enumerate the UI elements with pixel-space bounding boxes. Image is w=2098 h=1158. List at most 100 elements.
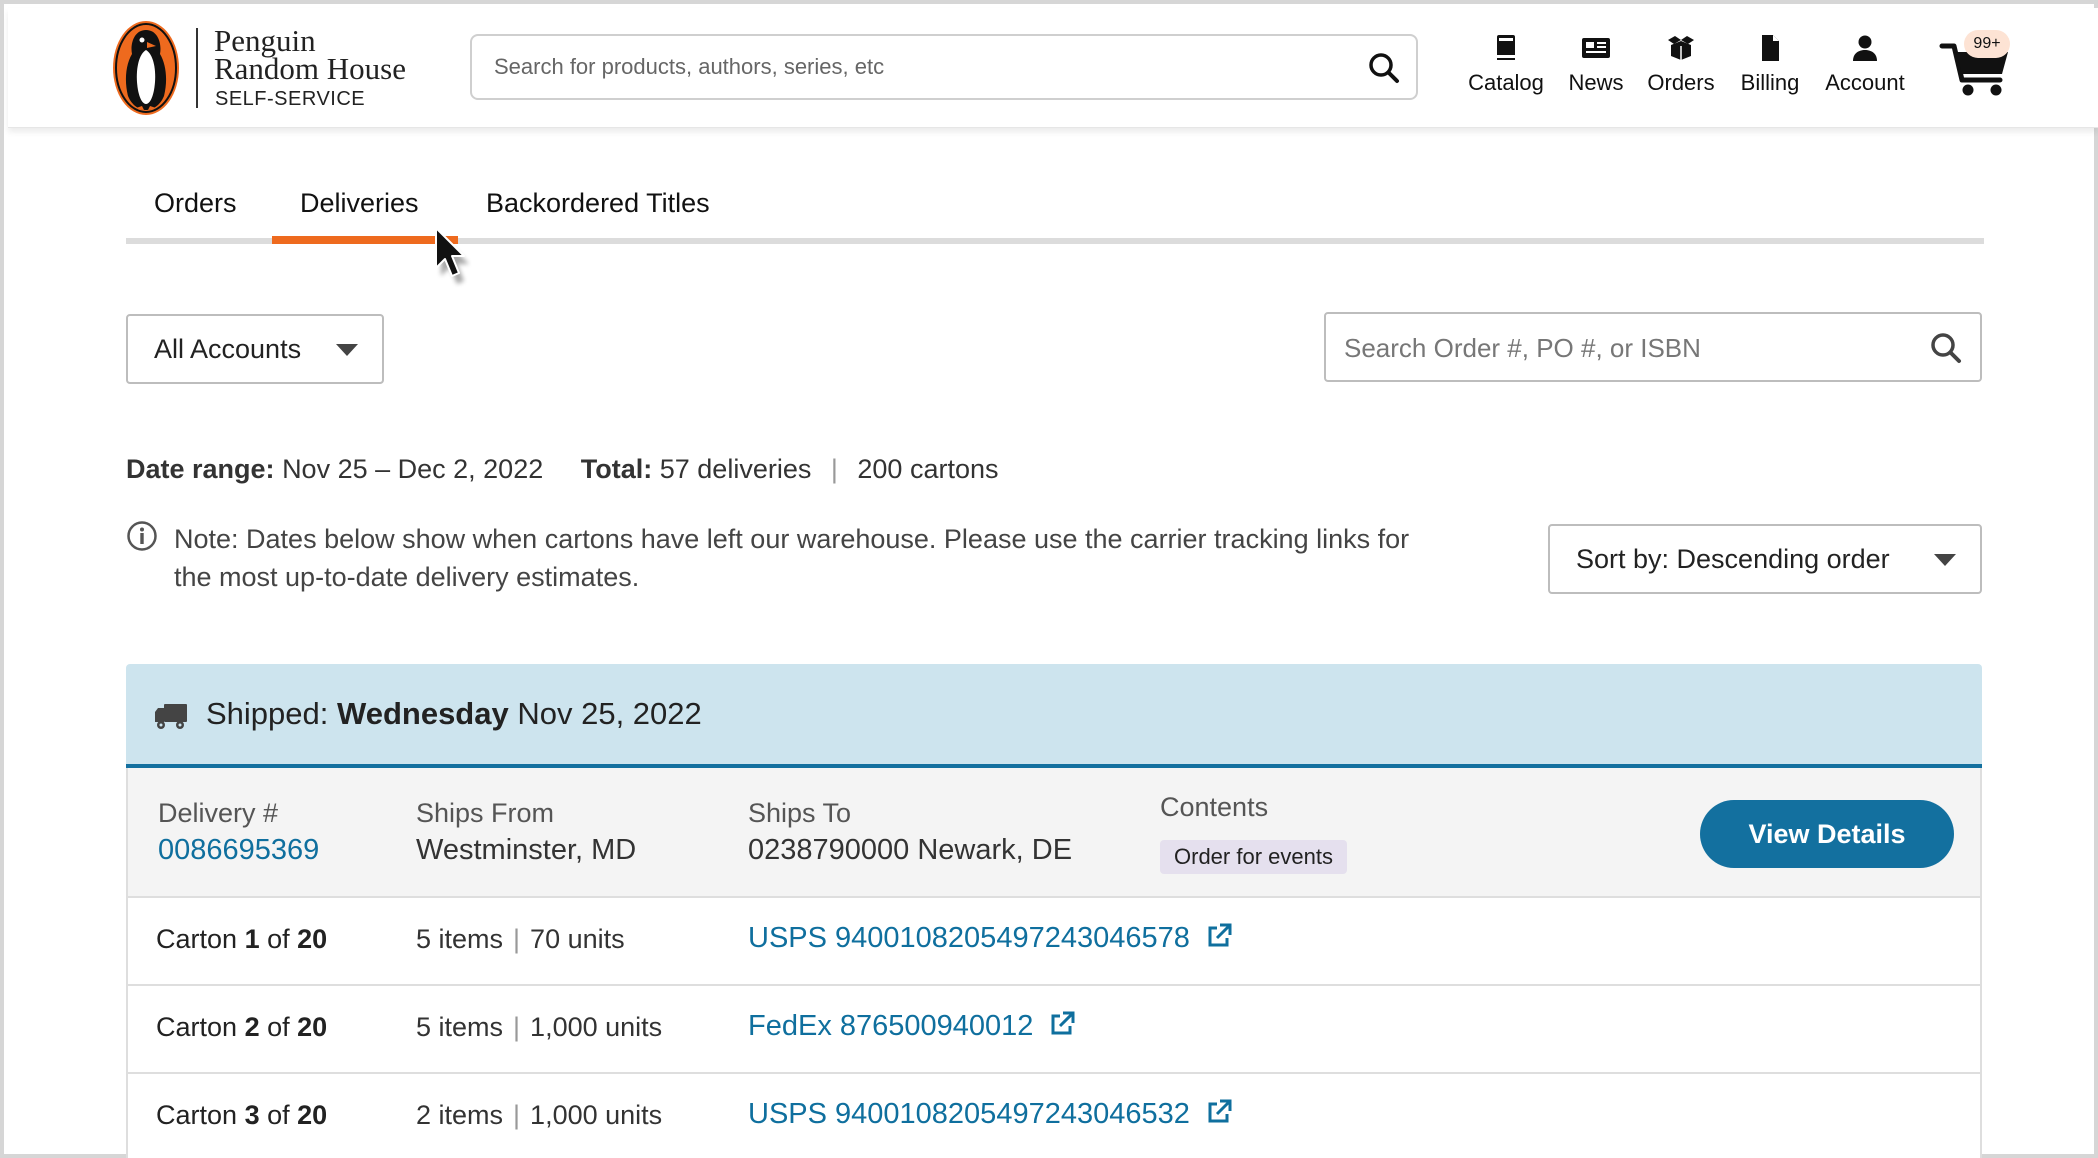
brand-logo[interactable]: Penguin Random House SELF-SERVICE <box>112 20 432 116</box>
carton-of: of <box>267 1100 290 1130</box>
shipment-header: Shipped: Wednesday Nov 25, 2022 <box>126 664 1982 768</box>
box-icon <box>1668 36 1694 60</box>
shipped-prefix: Shipped: <box>206 696 329 731</box>
tab-orders[interactable]: Orders <box>154 188 237 219</box>
ships-from-value: Westminster, MD <box>416 834 637 866</box>
newspaper-icon <box>1582 38 1610 58</box>
nav-news-label: News <box>1568 70 1624 95</box>
sort-select-value: Sort by: Descending order <box>1576 544 1890 574</box>
chevron-down-icon <box>1934 554 1956 566</box>
carton-quantity: 2 items | 1,000 units <box>416 1100 662 1131</box>
search-icon[interactable] <box>1928 330 1964 366</box>
chevron-down-icon <box>336 344 358 356</box>
view-details-button[interactable]: View Details <box>1700 800 1954 868</box>
carton-label: Carton 2 of 20 <box>156 1012 327 1043</box>
shipped-date: Shipped: Wednesday Nov 25, 2022 <box>206 696 702 732</box>
tab-deliveries[interactable]: Deliveries <box>300 188 419 219</box>
order-search-input[interactable] <box>1344 328 1914 368</box>
carton-label: Carton 3 of 20 <box>156 1100 327 1131</box>
search-icon[interactable] <box>1366 50 1402 86</box>
tracking-number[interactable]: USPS 9400108205497243046532 <box>748 1098 1190 1130</box>
carton-total: 20 <box>297 1012 328 1042</box>
nav-account[interactable]: Account <box>1820 34 1910 104</box>
carton-row: Carton 3 of 20 2 items | 1,000 units USPS … <box>126 1074 1982 1158</box>
delivery-summary: Date range: Nov 25 – Dec 2, 2022 Total: … <box>126 454 998 485</box>
sort-select[interactable]: Sort by: Descending order <box>1548 524 1982 594</box>
nav-catalog-label: Catalog <box>1468 70 1544 95</box>
file-icon <box>1762 35 1779 61</box>
carton-number: 3 <box>244 1100 260 1130</box>
carton-units: 1,000 units <box>530 1012 663 1042</box>
ships-from-label: Ships From <box>416 798 555 828</box>
shipment-card: Shipped: Wednesday Nov 25, 2022 Delivery… <box>126 664 1982 1158</box>
delivery-number-label: Delivery # <box>158 798 279 828</box>
nav-news[interactable]: News <box>1564 34 1628 104</box>
logo-divider <box>196 28 198 108</box>
book-icon <box>1497 35 1515 60</box>
carton-items: 5 items <box>416 924 504 954</box>
total-deliveries: 57 deliveries <box>659 454 812 484</box>
external-link-icon[interactable] <box>1049 1011 1075 1037</box>
external-link-icon[interactable] <box>1206 923 1232 949</box>
date-range-value: Nov 25 – Dec 2, 2022 <box>282 454 544 484</box>
nav-billing[interactable]: Billing <box>1734 34 1806 104</box>
account-select[interactable]: All Accounts <box>126 314 384 384</box>
carton-total: 20 <box>297 924 328 954</box>
carton-label: Carton 1 of 20 <box>156 924 327 955</box>
global-search <box>470 34 1418 100</box>
carton-quantity: 5 items | 1,000 units <box>416 1012 662 1043</box>
carton-of: of <box>267 924 290 954</box>
nav-billing-label: Billing <box>1740 70 1800 95</box>
mouse-cursor-icon <box>435 227 469 284</box>
tab-backordered-titles[interactable]: Backordered Titles <box>486 188 710 219</box>
nav-orders-label: Orders <box>1647 70 1715 95</box>
nav-orders[interactable]: Orders <box>1644 34 1718 104</box>
delivery-summary-row: Delivery # 0086695369 Ships From Westmin… <box>126 768 1982 898</box>
carton-number: 1 <box>244 924 260 954</box>
carton-number: 2 <box>244 1012 260 1042</box>
tracking-link[interactable]: USPS 9400108205497243046578 <box>748 922 1232 955</box>
carton-row: Carton 2 of 20 5 items | 1,000 units FedEx… <box>126 986 1982 1074</box>
shipped-date-value: Nov 25, 2022 <box>517 696 702 731</box>
contents-tag: Order for events <box>1160 840 1347 874</box>
carton-total: 20 <box>297 1100 328 1130</box>
carton-items: 5 items <box>416 1012 504 1042</box>
cart-count-badge: 99+ <box>1964 30 2010 58</box>
carton-units: 1,000 units <box>530 1100 663 1130</box>
tracking-link[interactable]: USPS 9400108205497243046532 <box>748 1098 1232 1131</box>
carton-prefix: Carton <box>156 1012 238 1042</box>
delivery-number-link[interactable]: 0086695369 <box>158 834 319 867</box>
global-search-input[interactable] <box>494 48 1334 86</box>
tracking-number[interactable]: FedEx 876500940012 <box>748 1010 1033 1042</box>
top-header: Penguin Random House SELF-SERVICE Catalo… <box>8 8 2098 128</box>
contents-label: Contents <box>1160 792 1269 822</box>
carton-prefix: Carton <box>156 924 238 954</box>
user-icon <box>1853 35 1877 61</box>
info-icon <box>127 521 157 551</box>
total-label: Total: <box>580 454 653 484</box>
penguin-logo-icon <box>113 21 179 115</box>
nav-catalog[interactable]: Catalog <box>1464 34 1548 104</box>
shipped-weekday: Wednesday <box>337 696 509 731</box>
carton-units: 70 units <box>530 924 625 954</box>
truck-icon <box>155 704 187 729</box>
date-range-label: Date range: <box>126 454 275 484</box>
carton-items: 2 items <box>416 1100 504 1130</box>
ships-to-value: 0238790000 Newark, DE <box>748 834 1073 866</box>
app-window: Penguin Random House SELF-SERVICE Catalo… <box>0 0 2098 1158</box>
external-link-icon[interactable] <box>1206 1099 1232 1125</box>
logo-text-self-service: SELF-SERVICE <box>215 88 366 110</box>
carton-separator: | <box>513 1012 521 1042</box>
tracking-number[interactable]: USPS 9400108205497243046578 <box>748 922 1190 954</box>
carton-quantity: 5 items | 70 units <box>416 924 625 955</box>
tab-bar: Orders Deliveries Backordered Titles <box>126 180 1984 246</box>
tracking-link[interactable]: FedEx 876500940012 <box>748 1010 1075 1043</box>
carton-of: of <box>267 1012 290 1042</box>
ships-to-label: Ships To <box>748 798 852 828</box>
carton-separator: | <box>513 924 521 954</box>
carton-prefix: Carton <box>156 1100 238 1130</box>
summary-separator: | <box>830 454 838 484</box>
warehouse-note: Note: Dates below show when cartons have… <box>174 524 1410 592</box>
carton-row: Carton 1 of 20 5 items | 70 units USPS 940… <box>126 898 1982 986</box>
carton-separator: | <box>513 1100 521 1130</box>
